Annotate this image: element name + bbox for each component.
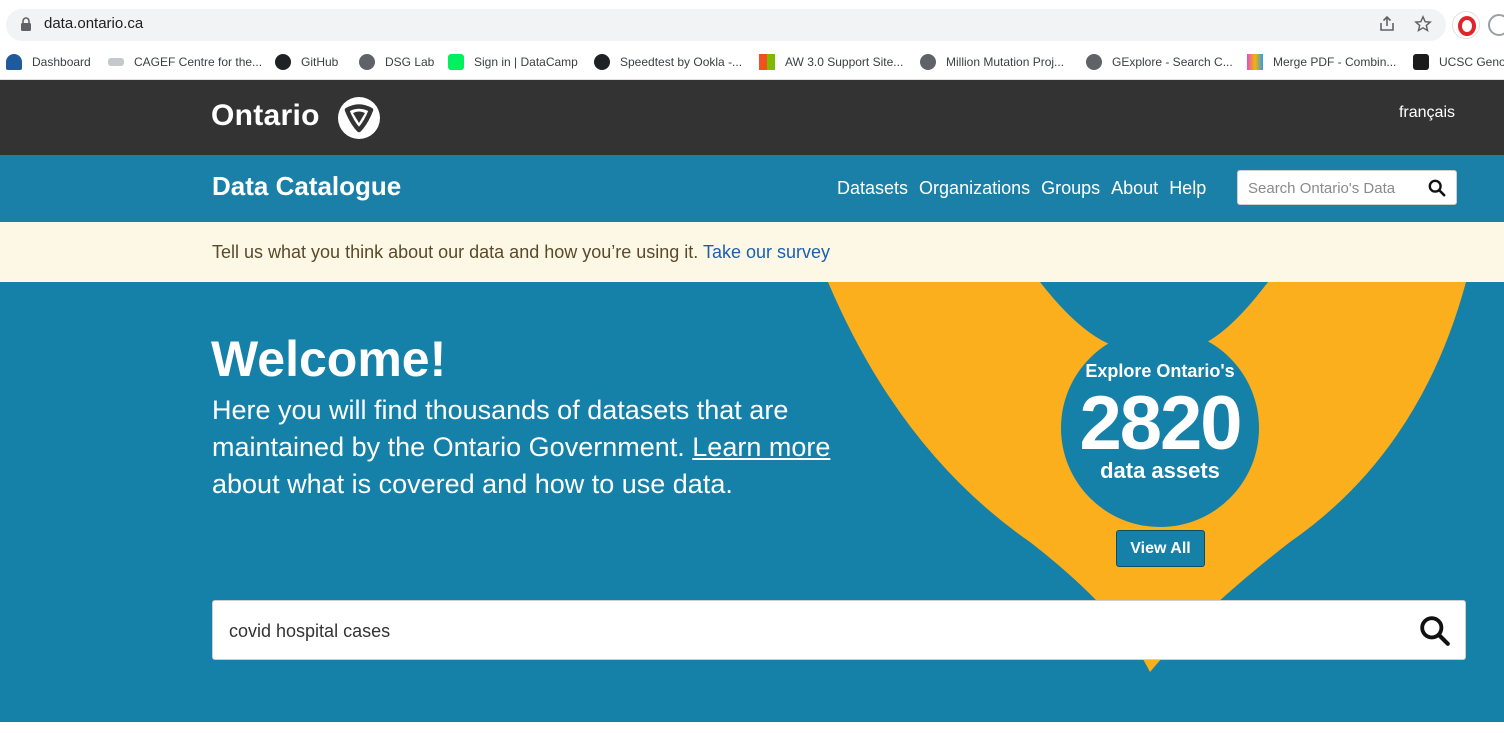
opera-extension-icon[interactable] — [1452, 11, 1480, 39]
tree-icon — [6, 54, 22, 70]
header-search-box — [1237, 170, 1457, 205]
nav-help[interactable]: Help — [1169, 178, 1206, 199]
hero-search-input[interactable] — [229, 617, 1379, 645]
bookmark-item[interactable]: AW 3.0 Support Site... — [759, 53, 903, 71]
bookmark-item[interactable]: Million Mutation Proj... — [920, 53, 1064, 71]
bookmark-item[interactable]: UCSC Genor — [1413, 53, 1504, 71]
explore-label: Explore Ontario's — [1085, 361, 1235, 381]
language-toggle-link[interactable]: français — [1399, 104, 1455, 122]
catalogue-title[interactable]: Data Catalogue — [212, 171, 401, 202]
bookmark-item[interactable]: Dashboard — [6, 53, 91, 71]
browser-address-bar: data.ontario.ca — [0, 0, 1504, 44]
nav-about[interactable]: About — [1111, 178, 1158, 199]
welcome-heading: Welcome! — [211, 331, 447, 387]
survey-message: Tell us what you think about our data an… — [212, 242, 831, 262]
share-icon[interactable] — [1376, 13, 1398, 35]
microsoft-icon — [759, 54, 775, 70]
github-icon — [275, 54, 291, 70]
bookmark-item[interactable]: Speedtest by Ookla -... — [594, 53, 742, 71]
omnibox[interactable] — [6, 9, 1446, 41]
lock-icon[interactable] — [20, 17, 32, 31]
nav-groups[interactable]: Groups — [1041, 178, 1100, 199]
globe-icon — [359, 54, 375, 70]
ontario-logo-text[interactable]: Ontario — [211, 99, 320, 133]
url-text[interactable]: data.ontario.ca — [44, 15, 143, 32]
star-icon[interactable] — [1412, 13, 1434, 35]
view-all-button[interactable]: View All — [1116, 530, 1205, 567]
data-assets-label: data assets — [1100, 458, 1220, 483]
search-icon[interactable] — [1428, 179, 1446, 197]
globe-icon — [920, 54, 936, 70]
header-search-input[interactable] — [1248, 177, 1418, 199]
page-bottom-strip — [0, 722, 1504, 733]
intro-paragraph: Here you will find thousands of datasets… — [212, 395, 831, 499]
bookmark-item[interactable]: Merge PDF - Combin... — [1247, 53, 1396, 71]
nav-organizations[interactable]: Organizations — [919, 178, 1030, 199]
search-icon[interactable] — [1419, 615, 1451, 647]
bookmark-item[interactable]: GExplore - Search C... — [1086, 53, 1233, 71]
bookmark-item[interactable]: Sign in | DataCamp — [448, 53, 578, 71]
trillium-logo-icon[interactable] — [338, 97, 380, 139]
data-assets-count: 2820 — [1079, 381, 1242, 466]
extension-icon[interactable] — [1488, 14, 1504, 36]
datacamp-icon — [448, 54, 464, 70]
globe-icon — [1086, 54, 1102, 70]
speedtest-icon — [594, 54, 610, 70]
cagef-icon — [108, 58, 124, 66]
learn-more-link[interactable]: Learn more — [692, 432, 830, 462]
bookmark-item[interactable]: GitHub — [275, 53, 338, 71]
bookmark-item[interactable]: DSG Lab — [359, 53, 434, 71]
ucsc-icon — [1413, 54, 1429, 70]
hero-search-box — [212, 600, 1466, 660]
pdf-icon — [1247, 54, 1263, 70]
nav-datasets[interactable]: Datasets — [837, 178, 908, 199]
main-nav: Datasets Organizations Groups About Help — [837, 178, 1206, 199]
bookmarks-bar: Dashboard CAGEF Centre for the... GitHub… — [0, 44, 1504, 80]
bookmark-item[interactable]: CAGEF Centre for the... — [108, 53, 262, 71]
survey-link[interactable]: Take our survey — [703, 242, 830, 262]
